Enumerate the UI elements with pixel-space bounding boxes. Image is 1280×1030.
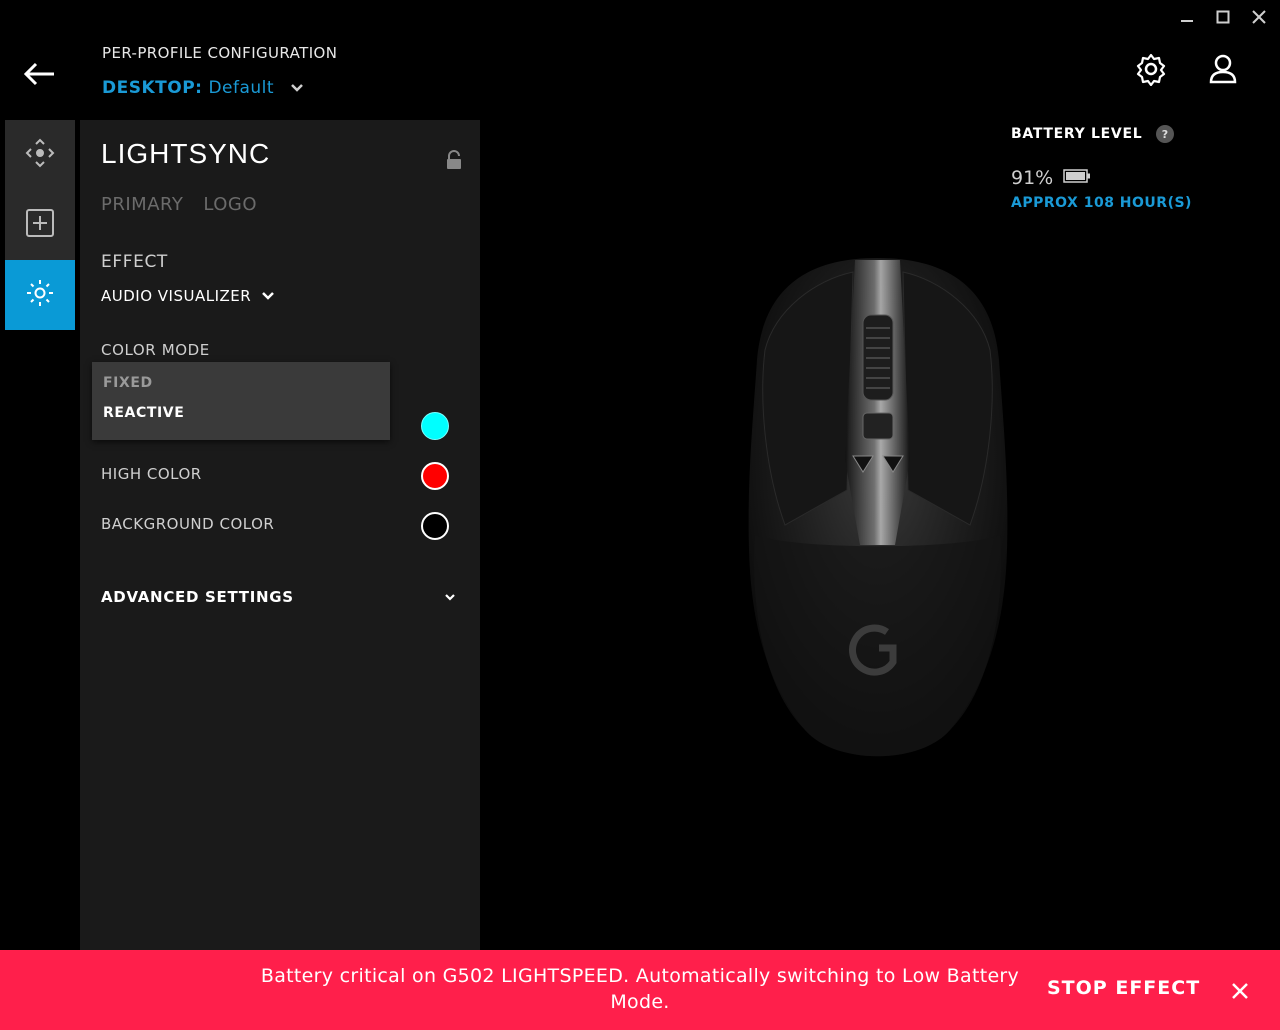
background-color-label: BACKGROUND COLOR	[101, 515, 275, 533]
plus-square-icon	[24, 207, 56, 243]
advanced-settings-toggle[interactable]: ADVANCED SETTINGS	[101, 588, 456, 606]
page-title: PER-PROFILE CONFIGURATION	[102, 44, 338, 62]
back-arrow-icon[interactable]	[22, 58, 58, 90]
lightsync-panel: LIGHTSYNC PRIMARY LOGO EFFECT AUDIO VISU…	[80, 120, 480, 950]
battery-hours: APPROX 108 HOUR(S)	[1011, 195, 1192, 211]
profile-prefix: DESKTOP:	[102, 78, 203, 98]
profile-name: Default	[208, 78, 275, 98]
top-right-icons	[1134, 52, 1240, 87]
rail-item-lightsync[interactable]	[5, 260, 75, 330]
window-controls	[1180, 10, 1266, 24]
maximize-icon[interactable]	[1216, 10, 1230, 24]
move-icon	[23, 136, 57, 174]
stop-effect-button[interactable]: STOP EFFECT	[1047, 977, 1200, 999]
low-color-swatch[interactable]	[421, 412, 449, 440]
battery-icon	[1063, 168, 1091, 188]
banner-message: Battery critical on G502 LIGHTSPEED. Aut…	[260, 965, 1020, 1013]
battery-title: BATTERY LEVEL	[1011, 126, 1143, 142]
tab-primary[interactable]: PRIMARY	[101, 194, 183, 215]
gear-icon[interactable]	[1134, 52, 1168, 87]
left-rail	[5, 120, 75, 330]
lightsync-icon	[24, 277, 56, 313]
unlock-icon[interactable]	[445, 150, 463, 170]
color-mode-dropdown: FIXED REACTIVE	[92, 362, 390, 440]
effect-label: EFFECT	[101, 252, 168, 272]
panel-title: LIGHTSYNC	[101, 138, 271, 169]
battery-warning-banner: Battery critical on G502 LIGHTSPEED. Aut…	[0, 950, 1280, 1030]
color-mode-option-fixed[interactable]: FIXED	[103, 375, 153, 391]
advanced-settings-label: ADVANCED SETTINGS	[101, 588, 294, 606]
high-color-swatch[interactable]	[421, 462, 449, 490]
battery-percent: 91%	[1011, 167, 1054, 189]
help-icon[interactable]: ?	[1156, 125, 1175, 143]
chevron-down-icon	[290, 78, 304, 98]
user-icon[interactable]	[1206, 52, 1240, 86]
high-color-label: HIGH COLOR	[101, 465, 202, 483]
effect-select[interactable]: AUDIO VISUALIZER	[101, 287, 275, 305]
effect-value: AUDIO VISUALIZER	[101, 287, 252, 305]
close-icon[interactable]	[1252, 10, 1266, 24]
battery-info: BATTERY LEVEL ? 91% APPROX 108 HOUR(S)	[1011, 125, 1192, 211]
color-mode-option-reactive[interactable]: REACTIVE	[103, 405, 184, 421]
rail-item-macros[interactable]	[5, 190, 75, 260]
chevron-down-icon	[444, 588, 456, 606]
background-color-swatch[interactable]	[421, 512, 449, 540]
close-icon[interactable]	[1229, 980, 1251, 1002]
rail-item-assignments[interactable]	[5, 120, 75, 190]
minimize-icon[interactable]	[1180, 10, 1194, 24]
chevron-down-icon	[261, 287, 275, 305]
tab-logo[interactable]: LOGO	[203, 194, 257, 215]
zone-tabs: PRIMARY LOGO	[101, 194, 257, 215]
mouse-image	[735, 250, 1020, 780]
profile-selector[interactable]: DESKTOP: Default	[102, 78, 304, 98]
color-mode-label: COLOR MODE	[101, 341, 210, 359]
